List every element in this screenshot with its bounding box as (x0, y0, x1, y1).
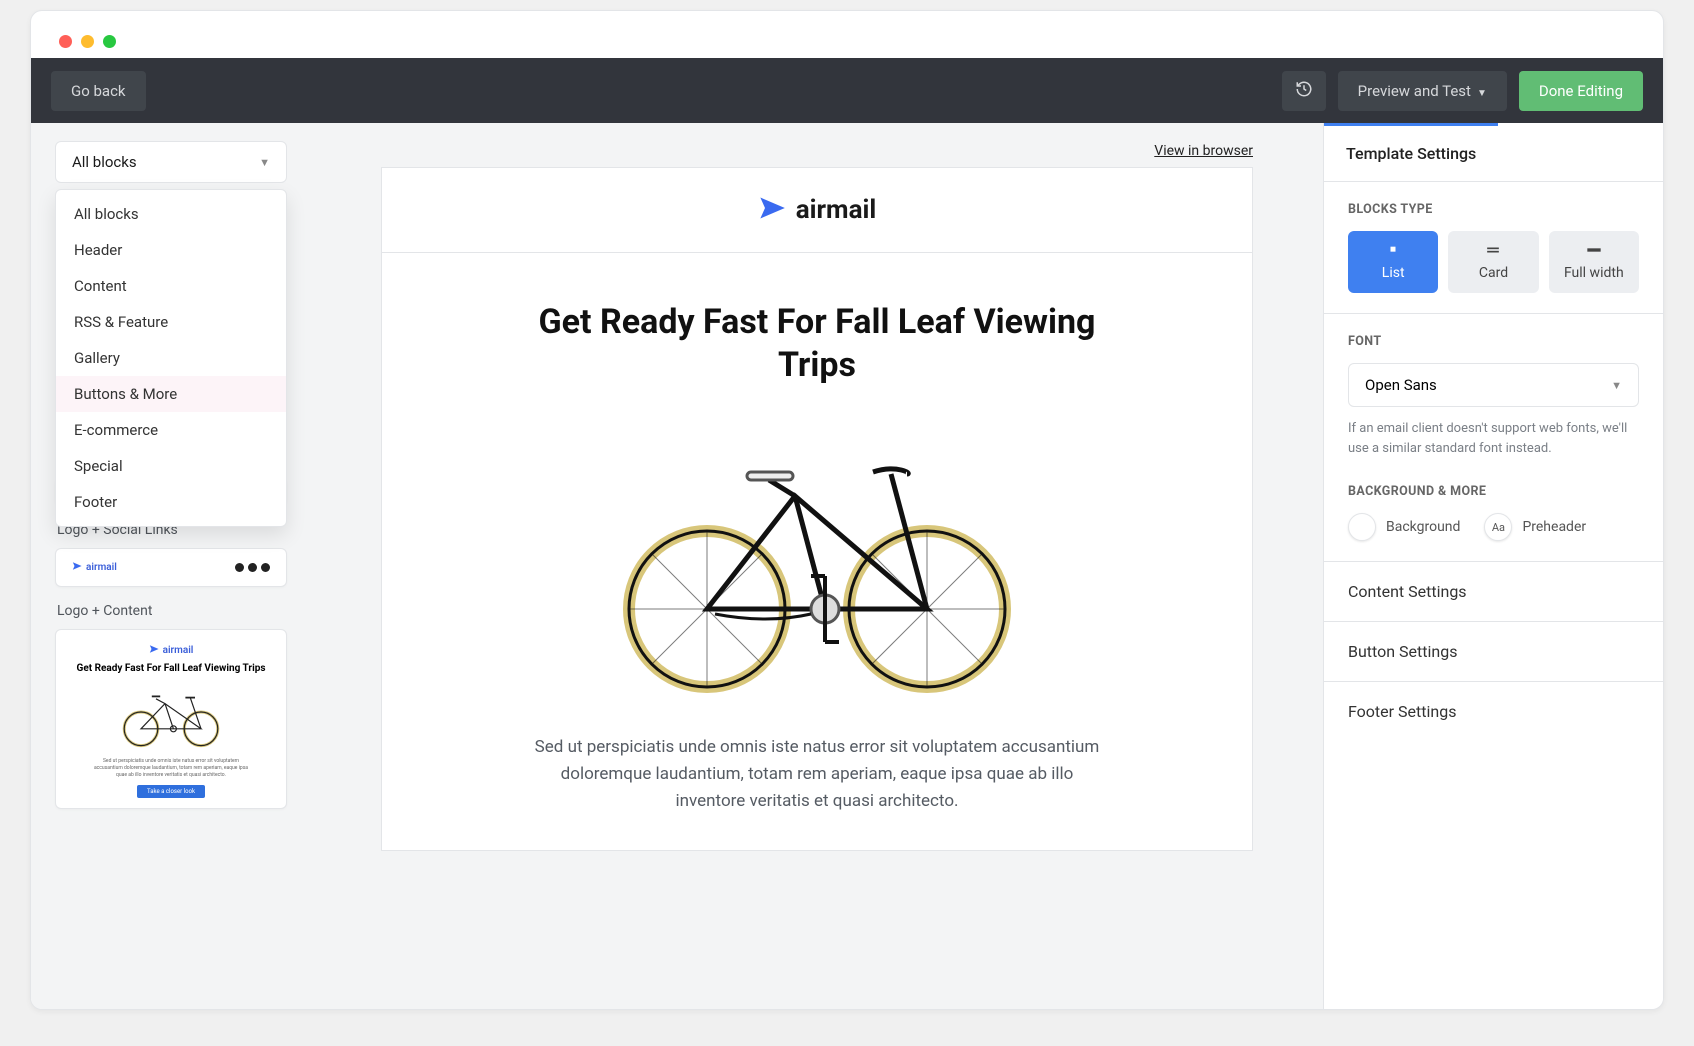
mini-headline: Get Ready Fast For Fall Leaf Viewing Tri… (77, 663, 266, 676)
blocks-filter-option[interactable]: Footer (56, 484, 286, 520)
mini-social-icons (235, 563, 270, 572)
editor-body: All blocks ▼ All blocksHeaderContentRSS … (31, 123, 1663, 1009)
email-headline: Get Ready Fast For Fall Leaf Viewing Tri… (537, 301, 1097, 386)
font-hint: If an email client doesn't support web f… (1348, 419, 1639, 458)
chevron-down-icon: ▼ (1611, 379, 1622, 392)
settings-row[interactable]: Footer Settings (1324, 682, 1663, 741)
done-editing-button[interactable]: Done Editing (1519, 71, 1643, 111)
preheader-chip[interactable]: Aa Preheader (1484, 513, 1586, 541)
blocks-filter-select[interactable]: All blocks ▼ (55, 141, 287, 183)
color-swatch-icon (1348, 513, 1376, 541)
mac-traffic-lights (31, 11, 1663, 58)
facebook-icon (235, 563, 244, 572)
paper-plane-icon (149, 644, 159, 657)
blocks-type-section: BLOCKS TYPE ListCardFull width (1324, 182, 1663, 314)
tab-template-settings[interactable]: Template Settings (1324, 123, 1498, 181)
app-window: Go back Preview and Test▼ Done Editing A… (30, 10, 1664, 1010)
window-zoom-dot[interactable] (103, 35, 116, 48)
mini-body-text: Sed ut perspiciatis unde omnis iste natu… (91, 758, 251, 779)
blocks-filter-option[interactable]: Buttons & More (56, 376, 286, 412)
blocks-filter-option[interactable]: RSS & Feature (56, 304, 286, 340)
chevron-down-icon: ▼ (259, 156, 270, 169)
twitter-icon (248, 563, 257, 572)
font-select[interactable]: Open Sans ▼ (1348, 363, 1639, 407)
blocks-type-option[interactable]: List (1348, 231, 1438, 293)
paper-plane-icon (758, 194, 786, 226)
bg-more-heading: BACKGROUND & MORE (1348, 484, 1639, 499)
topbar: Go back Preview and Test▼ Done Editing (31, 58, 1663, 123)
settings-panel: Template Settings BLOCKS TYPE ListCardFu… (1323, 123, 1663, 1009)
layout-icon (1585, 243, 1603, 259)
mini-cta-button: Take a closer look (137, 785, 205, 798)
font-section: FONT Open Sans ▼ If an email client does… (1324, 314, 1663, 464)
bicycle-icon (111, 682, 231, 752)
preview-test-button[interactable]: Preview and Test▼ (1338, 71, 1507, 111)
blocks-filter-option[interactable]: All blocks (56, 196, 286, 232)
background-chip[interactable]: Background (1348, 513, 1460, 541)
brand-mini: airmail (72, 561, 117, 574)
background-more-section: BACKGROUND & MORE Background Aa Preheade… (1324, 464, 1663, 562)
block-preview-logo-content[interactable]: airmail Get Ready Fast For Fall Leaf Vie… (55, 629, 287, 809)
email-preview[interactable]: airmail Get Ready Fast For Fall Leaf Vie… (381, 167, 1253, 851)
email-body-text: Sed ut perspiciatis unde omnis iste natu… (527, 734, 1107, 816)
view-in-browser-link[interactable]: View in browser (1154, 143, 1253, 159)
settings-row[interactable]: Content Settings (1324, 562, 1663, 622)
blocks-filter-dropdown: All blocksHeaderContentRSS & FeatureGall… (55, 189, 287, 527)
brand-mini: airmail (149, 644, 194, 657)
settings-row[interactable]: Button Settings (1324, 622, 1663, 682)
paper-plane-icon (72, 561, 82, 574)
font-heading: FONT (1348, 334, 1639, 349)
chevron-down-icon: ▼ (1477, 88, 1487, 99)
history-icon (1295, 80, 1313, 102)
layout-icon (1484, 243, 1502, 259)
email-canvas: View in browser airmail Get Ready Fast F… (311, 123, 1323, 1009)
email-brand: airmail (796, 195, 877, 225)
text-aa-icon: Aa (1484, 513, 1512, 541)
settings-tabs: Template Settings (1324, 123, 1663, 182)
window-minimize-dot[interactable] (81, 35, 94, 48)
blocks-panel: All blocks ▼ All blocksHeaderContentRSS … (31, 123, 311, 1009)
window-close-dot[interactable] (59, 35, 72, 48)
email-header: airmail (382, 168, 1252, 253)
blocks-type-option[interactable]: Card (1448, 231, 1538, 293)
instagram-icon (261, 563, 270, 572)
layout-icon (1384, 243, 1402, 259)
blocks-filter-option[interactable]: Content (56, 268, 286, 304)
go-back-button[interactable]: Go back (51, 71, 146, 111)
block-label-logo-content: Logo + Content (57, 603, 285, 619)
block-preview-logo-social[interactable]: airmail (55, 548, 287, 587)
blocks-filter-option[interactable]: Gallery (56, 340, 286, 376)
blocks-type-heading: BLOCKS TYPE (1348, 202, 1639, 217)
blocks-filter-option[interactable]: E-commerce (56, 412, 286, 448)
blocks-filter-option[interactable]: Header (56, 232, 286, 268)
history-button[interactable] (1282, 71, 1326, 111)
blocks-filter-option[interactable]: Special (56, 448, 286, 484)
blocks-type-option[interactable]: Full width (1549, 231, 1639, 293)
bicycle-icon (597, 414, 1037, 698)
